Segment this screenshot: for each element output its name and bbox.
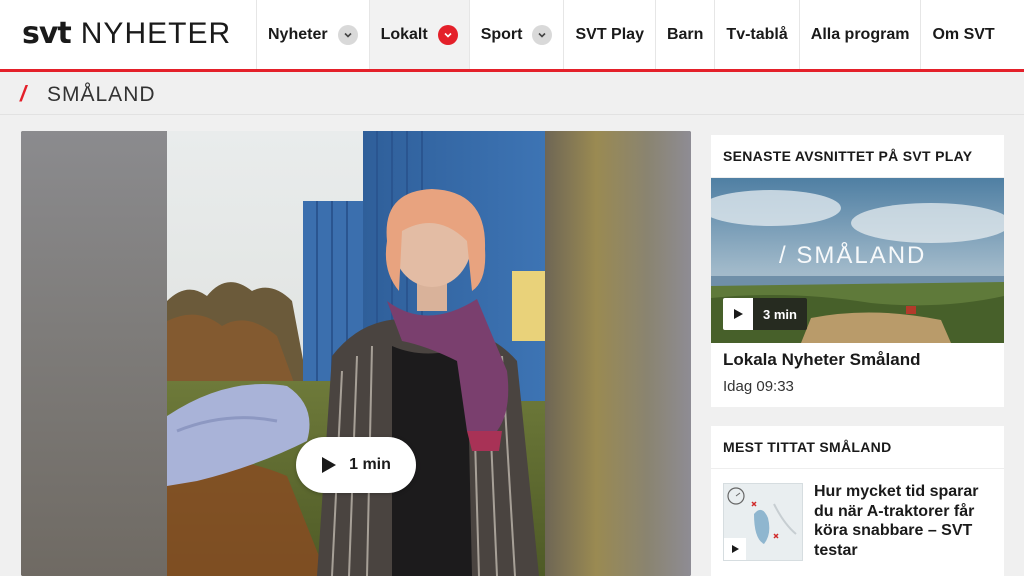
play-icon	[724, 538, 746, 560]
play-button[interactable]: 1 min	[296, 437, 416, 493]
episode-time: Idag 09:33	[723, 378, 794, 395]
main-video-player[interactable]: 1 min	[21, 131, 691, 576]
nav-item-sport[interactable]: Sport	[468, 0, 564, 69]
section-title[interactable]: SMÅLAND	[47, 83, 156, 107]
nav-item-om-svt[interactable]: Om SVT	[920, 0, 1005, 69]
nav-item-lokalt[interactable]: Lokalt	[368, 0, 469, 69]
latest-episode-heading: SENASTE AVSNITTET PÅ SVT PLAY	[711, 135, 1004, 178]
nav-item-tv-tabla[interactable]: Tv-tablå	[714, 0, 798, 69]
most-watched-heading: MEST TITTAT SMÅLAND	[711, 426, 1004, 469]
section-slash: /	[20, 81, 27, 106]
most-watched-item-title[interactable]: Hur mycket tid sparar du när A-traktorer…	[814, 482, 994, 560]
play-icon	[723, 298, 753, 330]
episode-title[interactable]: Lokala Nyheter Småland	[723, 350, 920, 370]
video-duration: 1 min	[349, 456, 391, 473]
video-blur-right	[545, 131, 691, 576]
duration-badge[interactable]: 3 min	[723, 298, 807, 330]
video-blur-left	[21, 131, 167, 576]
episode-thumbnail[interactable]: / SMÅLAND 3 min	[711, 178, 1004, 343]
main-nav: Nyheter Lokalt Sport SVT Play Barn Tv-ta…	[256, 0, 1006, 69]
chevron-down-icon[interactable]	[532, 24, 553, 45]
svt-nyheter-logo[interactable]: svt NYHETER	[22, 16, 231, 52]
nav-label: Om SVT	[932, 25, 995, 43]
latest-episode-card: SENASTE AVSNITTET PÅ SVT PLAY / SMÅLAND …	[711, 135, 1004, 407]
nav-label: Alla program	[810, 25, 910, 43]
nav-item-svt-play[interactable]: SVT Play	[563, 0, 654, 69]
chevron-down-icon[interactable]	[337, 24, 358, 45]
nav-label: Nyheter	[268, 25, 328, 43]
nav-item-alla-program[interactable]: Alla program	[798, 0, 921, 69]
chevron-down-icon[interactable]	[437, 24, 458, 45]
nav-label: SVT Play	[575, 25, 644, 43]
article-thumbnail[interactable]	[723, 483, 803, 561]
nav-item-nyheter[interactable]: Nyheter	[256, 0, 369, 69]
episode-duration: 3 min	[753, 298, 807, 330]
most-watched-card: MEST TITTAT SMÅLAND Hur mycket tid spara…	[711, 426, 1004, 576]
section-header: / SMÅLAND	[0, 75, 1024, 115]
nav-label: Lokalt	[380, 25, 428, 43]
nav-item-barn[interactable]: Barn	[654, 0, 714, 69]
nav-label: Barn	[666, 25, 704, 43]
video-frame	[167, 131, 545, 576]
nav-label: Sport	[480, 25, 523, 43]
logo-svt-text: svt	[22, 16, 72, 51]
logo-product-text: NYHETER	[80, 17, 232, 50]
play-icon	[322, 457, 337, 473]
nav-label: Tv-tablå	[726, 25, 788, 43]
top-header: svt NYHETER Nyheter Lokalt Sport SVT Pla…	[0, 0, 1024, 72]
video-still-image	[167, 131, 545, 576]
thumb-overlay-text: / SMÅLAND	[779, 242, 927, 269]
